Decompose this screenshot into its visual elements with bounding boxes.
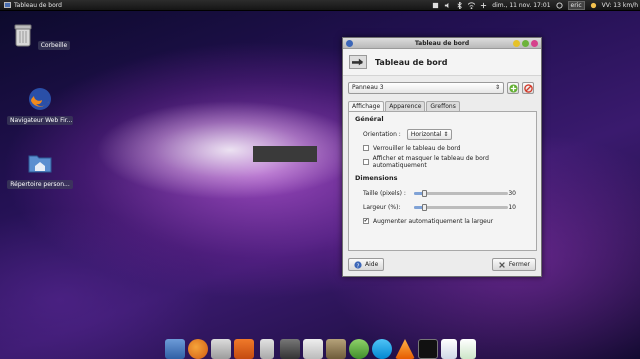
width-slider-handle[interactable] bbox=[421, 203, 427, 211]
window-icon bbox=[4, 2, 11, 8]
dock bbox=[163, 336, 493, 359]
volume-icon[interactable] bbox=[444, 2, 451, 9]
box-icon[interactable] bbox=[234, 339, 254, 359]
lock-label: Verrouiller le tableau de bord bbox=[373, 144, 461, 152]
firefox-icon bbox=[29, 88, 51, 110]
people-icon[interactable] bbox=[349, 339, 369, 359]
network-icon[interactable] bbox=[480, 2, 487, 9]
panel-preferences-window: Tableau de bord Tableau de bord Panneau … bbox=[342, 37, 542, 277]
autohide-label: Afficher et masquer le tableau de bord a… bbox=[372, 155, 489, 169]
help-icon: ? bbox=[354, 260, 362, 269]
placeholder-panel bbox=[253, 146, 317, 162]
add-panel-button[interactable] bbox=[507, 82, 519, 94]
menu-icon[interactable] bbox=[432, 2, 439, 9]
trash-icon bbox=[14, 24, 32, 47]
weather-icon[interactable] bbox=[590, 2, 597, 9]
tab-content: Général Orientation : Horizontal ⇕ Verro… bbox=[348, 111, 537, 251]
panel-selector-row: Panneau 3 ⇕ bbox=[348, 82, 534, 94]
remove-panel-button[interactable] bbox=[522, 82, 534, 94]
panel-select[interactable]: Panneau 3 ⇕ bbox=[348, 82, 504, 94]
spreadsheet-icon[interactable] bbox=[460, 339, 476, 359]
minimize-button[interactable] bbox=[513, 40, 520, 47]
autogrow-label: Augmenter automatiquement la largeur bbox=[373, 217, 494, 225]
lock-row[interactable]: Verrouiller le tableau de bord bbox=[355, 142, 530, 154]
plus-icon bbox=[508, 83, 518, 93]
size-value: 30 bbox=[508, 189, 516, 197]
orientation-row: Orientation : Horizontal ⇕ bbox=[355, 128, 530, 140]
orientation-label: Orientation : bbox=[363, 130, 401, 138]
window-menu-icon[interactable] bbox=[346, 40, 353, 47]
svg-text:?: ? bbox=[357, 263, 360, 269]
autohide-checkbox[interactable] bbox=[363, 159, 369, 165]
close-icon bbox=[498, 261, 505, 268]
skype-icon[interactable] bbox=[372, 339, 392, 359]
updown-arrow-icon: ⇕ bbox=[443, 130, 449, 138]
tab-apparence[interactable]: Apparence bbox=[385, 101, 426, 111]
width-slider[interactable] bbox=[414, 203, 509, 211]
desktop-icon-label: Navigateur Web Fir... bbox=[7, 116, 73, 125]
weather-text[interactable]: VV: 13 km/h bbox=[602, 2, 638, 9]
section-general-title: Général bbox=[355, 115, 384, 123]
autogrow-checkbox[interactable]: ✔ bbox=[363, 218, 369, 224]
close-window-button[interactable] bbox=[531, 40, 538, 47]
vlc-icon[interactable] bbox=[395, 339, 415, 359]
taskbar-item-tableau-de-bord[interactable]: Tableau de bord bbox=[0, 2, 62, 9]
settings-icon[interactable] bbox=[211, 339, 231, 359]
taskbar-item-label: Tableau de bord bbox=[14, 1, 62, 9]
autohide-row[interactable]: Afficher et masquer le tableau de bord a… bbox=[355, 155, 530, 169]
close-button-label: Fermer bbox=[508, 261, 530, 268]
firefox-icon[interactable] bbox=[188, 339, 208, 359]
desktop-icon-label: Corbeille bbox=[37, 41, 71, 50]
width-row: Largeur (%): 10 bbox=[355, 201, 530, 213]
tab-greffons[interactable]: Greffons bbox=[426, 101, 460, 111]
size-slider[interactable] bbox=[414, 189, 509, 197]
size-label: Taille (pixels) : bbox=[363, 189, 406, 197]
width-value: 10 bbox=[508, 203, 516, 211]
dialog-footer: ? Aide Fermer bbox=[348, 258, 536, 271]
window-titlebar[interactable]: Tableau de bord bbox=[343, 38, 541, 49]
power-icon[interactable] bbox=[555, 2, 563, 9]
maximize-button[interactable] bbox=[522, 40, 529, 47]
gimp-icon[interactable] bbox=[326, 339, 346, 359]
close-button[interactable]: Fermer bbox=[491, 258, 536, 271]
panel-select-value: Panneau 3 bbox=[352, 84, 384, 91]
section-dimensions-title: Dimensions bbox=[355, 174, 398, 182]
lock-checkbox[interactable] bbox=[363, 145, 369, 151]
dialog-title: Tableau de bord bbox=[375, 57, 448, 67]
size-slider-handle[interactable] bbox=[421, 189, 427, 197]
pen-icon[interactable] bbox=[303, 339, 323, 359]
desktop-icon-label: Répertoire person... bbox=[7, 180, 73, 189]
orientation-select[interactable]: Horizontal ⇕ bbox=[406, 128, 453, 140]
calculator-icon[interactable] bbox=[280, 339, 300, 359]
width-label: Largeur (%): bbox=[363, 203, 401, 211]
workspace-icon[interactable] bbox=[165, 339, 185, 359]
document-icon[interactable] bbox=[441, 339, 457, 359]
trash-icon[interactable] bbox=[260, 339, 274, 359]
window-title: Tableau de bord bbox=[414, 40, 470, 47]
system-tray: dim., 11 nov. 17:01 eric VV: 13 km/h bbox=[432, 0, 640, 11]
dialog-header: Tableau de bord bbox=[343, 49, 541, 76]
updown-arrow-icon: ⇕ bbox=[494, 84, 500, 91]
desktop-icon-firefox[interactable]: Navigateur Web Fir... bbox=[5, 86, 75, 127]
size-row: Taille (pixels) : 30 bbox=[355, 187, 530, 199]
panel-icon bbox=[349, 55, 367, 69]
clock[interactable]: dim., 11 nov. 17:01 bbox=[492, 2, 550, 9]
orientation-value: Horizontal bbox=[410, 130, 442, 138]
user-menu[interactable]: eric bbox=[567, 1, 585, 10]
bluetooth-icon[interactable] bbox=[456, 2, 463, 9]
top-panel: Tableau de bord dim., 11 nov. 17:01 eric… bbox=[0, 0, 640, 11]
wifi-icon[interactable] bbox=[468, 2, 476, 9]
autogrow-row[interactable]: ✔ Augmenter automatiquement la largeur bbox=[355, 215, 530, 227]
desktop-icon-home-folder[interactable]: Répertoire person... bbox=[5, 150, 75, 191]
help-button-label: Aide bbox=[365, 261, 379, 268]
desktop-icon-trash[interactable]: Corbeille bbox=[5, 22, 75, 52]
home-folder-icon bbox=[28, 155, 52, 173]
terminal-icon[interactable] bbox=[418, 339, 438, 359]
remove-icon bbox=[523, 83, 533, 93]
help-button[interactable]: ? Aide bbox=[348, 258, 385, 271]
